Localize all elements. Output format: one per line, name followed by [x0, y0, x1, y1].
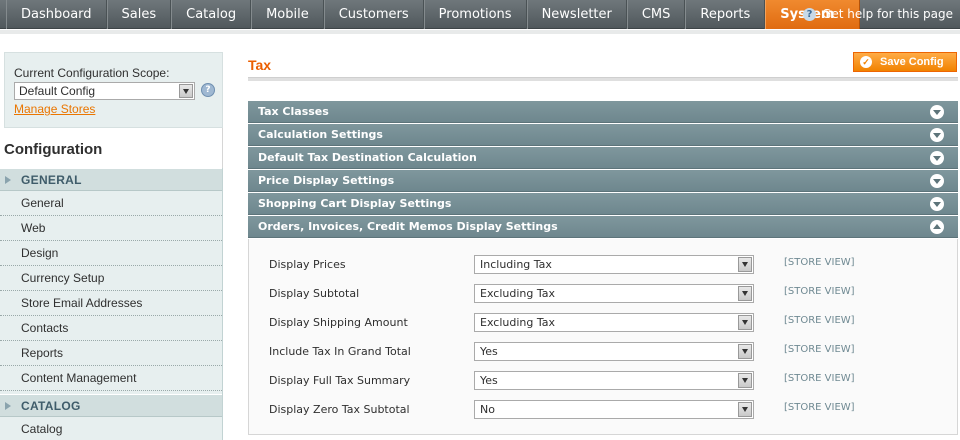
- include-tax-grand-total-select[interactable]: Yes: [474, 342, 754, 361]
- scope-select-value: Default Config: [19, 84, 96, 98]
- sidebar-group-catalog[interactable]: CATALOG: [0, 394, 222, 417]
- scope-tag: [STORE VIEW]: [784, 315, 855, 326]
- field-label: Include Tax In Grand Total: [269, 345, 411, 358]
- select-value: Yes: [480, 345, 498, 358]
- select-value: Yes: [480, 374, 498, 387]
- field-row: Display Zero Tax Subtotal No [STORE VIEW…: [249, 397, 957, 426]
- top-navigation: Dashboard Sales Catalog Mobile Customers…: [0, 0, 960, 29]
- section-price-display-settings[interactable]: Price Display Settings: [248, 170, 958, 192]
- display-zero-tax-subtotal-select[interactable]: No: [474, 400, 754, 419]
- section-orders-invoices-display[interactable]: Orders, Invoices, Credit Memos Display S…: [248, 216, 958, 238]
- expand-icon: [930, 128, 944, 142]
- chevron-down-icon: [179, 84, 193, 98]
- orders-display-fieldset: Display Prices Including Tax [STORE VIEW…: [248, 239, 958, 435]
- sub-navigation-bar: [0, 30, 960, 34]
- sidebar-item-general[interactable]: General: [0, 191, 222, 216]
- scope-tag: [STORE VIEW]: [784, 257, 855, 268]
- check-icon: ✓: [860, 56, 872, 68]
- expand-icon: [930, 151, 944, 165]
- select-value: Excluding Tax: [480, 287, 555, 300]
- nav-catalog[interactable]: Catalog: [171, 0, 252, 29]
- section-label: Default Tax Destination Calculation: [258, 151, 477, 164]
- field-label: Display Shipping Amount: [269, 316, 408, 329]
- scope-select[interactable]: Default Config: [14, 82, 195, 100]
- section-label: Price Display Settings: [258, 174, 395, 187]
- chevron-down-icon: [738, 402, 752, 417]
- sidebar-item-design[interactable]: Design: [0, 241, 222, 266]
- chevron-down-icon: [738, 344, 752, 359]
- config-sidebar: GENERAL General Web Design Currency Setu…: [0, 168, 223, 440]
- title-divider: [248, 77, 958, 81]
- nav-cms[interactable]: CMS: [626, 0, 686, 29]
- chevron-down-icon: [738, 286, 752, 301]
- help-icon[interactable]: ?: [201, 83, 215, 97]
- section-label: Shopping Cart Display Settings: [258, 197, 452, 210]
- field-row: Display Full Tax Summary Yes [STORE VIEW…: [249, 368, 957, 397]
- sidebar-item-store-email-addresses[interactable]: Store Email Addresses: [0, 291, 222, 316]
- select-value: No: [480, 403, 495, 416]
- section-shopping-cart-display[interactable]: Shopping Cart Display Settings: [248, 193, 958, 215]
- field-label: Display Zero Tax Subtotal: [269, 403, 410, 416]
- sidebar-item-catalog[interactable]: Catalog: [0, 417, 222, 440]
- nav-reports[interactable]: Reports: [685, 0, 766, 29]
- display-prices-select[interactable]: Including Tax: [474, 255, 754, 274]
- help-text: Get help for this page: [822, 7, 953, 21]
- field-label: Display Subtotal: [269, 287, 360, 300]
- field-row: Include Tax In Grand Total Yes [STORE VI…: [249, 339, 957, 368]
- scope-label: Current Configuration Scope:: [14, 66, 170, 80]
- select-value: Including Tax: [480, 258, 552, 271]
- field-row: Display Prices Including Tax [STORE VIEW…: [249, 252, 957, 281]
- field-label: Display Prices: [269, 258, 346, 271]
- manage-stores-link[interactable]: Manage Stores: [14, 102, 95, 116]
- config-scope-box: Current Configuration Scope: Default Con…: [4, 52, 223, 128]
- field-row: Display Shipping Amount Excluding Tax [S…: [249, 310, 957, 339]
- chevron-down-icon: [738, 257, 752, 272]
- help-icon: ?: [803, 8, 817, 21]
- nav-dashboard[interactable]: Dashboard: [6, 0, 107, 29]
- sidebar-item-content-management[interactable]: Content Management: [0, 366, 222, 391]
- save-config-label: Save Config: [880, 56, 944, 68]
- select-value: Excluding Tax: [480, 316, 555, 329]
- scope-tag: [STORE VIEW]: [784, 344, 855, 355]
- section-label: Orders, Invoices, Credit Memos Display S…: [258, 220, 558, 233]
- nav-menu: Dashboard Sales Catalog Mobile Customers…: [6, 0, 861, 29]
- display-full-tax-summary-select[interactable]: Yes: [474, 371, 754, 390]
- sidebar-group-general[interactable]: GENERAL: [0, 168, 222, 191]
- sidebar-title: Configuration: [0, 128, 223, 168]
- sidebar-item-currency-setup[interactable]: Currency Setup: [0, 266, 222, 291]
- expand-icon: [930, 197, 944, 211]
- nav-sales[interactable]: Sales: [106, 0, 172, 29]
- collapse-icon: [930, 220, 944, 234]
- section-default-tax-destination[interactable]: Default Tax Destination Calculation: [248, 147, 958, 169]
- section-label: Tax Classes: [258, 105, 329, 118]
- page-title: Tax: [248, 57, 272, 73]
- expand-icon: [930, 105, 944, 119]
- field-row: Display Subtotal Excluding Tax [STORE VI…: [249, 281, 957, 310]
- sidebar-item-web[interactable]: Web: [0, 216, 222, 241]
- nav-mobile[interactable]: Mobile: [251, 0, 324, 29]
- nav-customers[interactable]: Customers: [323, 0, 424, 29]
- section-calculation-settings[interactable]: Calculation Settings: [248, 124, 958, 146]
- section-tax-classes[interactable]: Tax Classes: [248, 101, 958, 123]
- chevron-down-icon: [738, 373, 752, 388]
- scope-tag: [STORE VIEW]: [784, 286, 855, 297]
- scope-tag: [STORE VIEW]: [784, 402, 855, 413]
- chevron-down-icon: [738, 315, 752, 330]
- save-config-button[interactable]: ✓ Save Config: [853, 52, 957, 72]
- display-shipping-amount-select[interactable]: Excluding Tax: [474, 313, 754, 332]
- nav-promotions[interactable]: Promotions: [423, 0, 527, 29]
- display-subtotal-select[interactable]: Excluding Tax: [474, 284, 754, 303]
- nav-newsletter[interactable]: Newsletter: [526, 0, 627, 29]
- sidebar-item-contacts[interactable]: Contacts: [0, 316, 222, 341]
- expand-icon: [930, 174, 944, 188]
- help-link[interactable]: ? Get help for this page: [803, 0, 953, 29]
- field-label: Display Full Tax Summary: [269, 374, 411, 387]
- scope-tag: [STORE VIEW]: [784, 373, 855, 384]
- section-label: Calculation Settings: [258, 128, 383, 141]
- sidebar-item-reports[interactable]: Reports: [0, 341, 222, 366]
